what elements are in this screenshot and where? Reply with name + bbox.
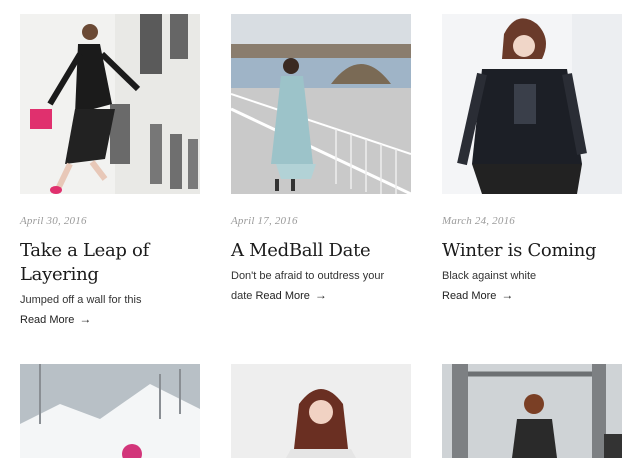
post-excerpt: Don't be afraid to outdress your date Re… bbox=[231, 267, 411, 306]
post-title[interactable]: Winter is Coming bbox=[442, 239, 622, 263]
post-thumbnail-image[interactable] bbox=[231, 14, 411, 194]
post-title-line[interactable]: Layering bbox=[20, 264, 99, 285]
post-card: April 30, 2016 Take a Leap of Layering J… bbox=[20, 14, 200, 330]
arrow-right-icon: → bbox=[501, 288, 514, 302]
post-date: March 24, 2016 bbox=[442, 215, 515, 227]
post-excerpt-text: Jumped off a wall for this bbox=[20, 294, 142, 306]
read-more-label[interactable]: Read More bbox=[20, 314, 74, 326]
post-date: April 17, 2016 bbox=[231, 215, 298, 227]
arrow-right-icon: → bbox=[314, 288, 327, 302]
post-card bbox=[231, 364, 411, 458]
read-more-link[interactable]: Read More → bbox=[442, 286, 622, 306]
post-card bbox=[20, 364, 200, 458]
post-thumbnail-image[interactable] bbox=[442, 364, 622, 458]
read-more-link[interactable]: Read More → bbox=[255, 288, 327, 302]
post-title-line[interactable]: Take a Leap of bbox=[20, 240, 149, 261]
post-excerpt: Black against white Read More → bbox=[442, 267, 622, 306]
arrow-right-icon: → bbox=[79, 312, 92, 326]
post-excerpt-text: date bbox=[231, 290, 253, 302]
post-thumbnail-image[interactable] bbox=[20, 14, 200, 194]
read-more-link[interactable]: Read More → bbox=[20, 310, 200, 330]
post-thumbnail-image[interactable] bbox=[442, 14, 622, 194]
post-card: March 24, 2016 Winter is Coming Black ag… bbox=[442, 14, 622, 306]
post-excerpt-text: Black against white bbox=[442, 270, 537, 282]
post-thumbnail-image[interactable] bbox=[231, 364, 411, 458]
blog-post-grid: April 30, 2016 Take a Leap of Layering J… bbox=[0, 0, 640, 458]
post-title[interactable]: A MedBall Date bbox=[231, 239, 411, 263]
post-excerpt: Jumped off a wall for this Read More → bbox=[20, 291, 200, 330]
post-title[interactable]: Take a Leap of Layering bbox=[20, 239, 200, 287]
post-thumbnail-image[interactable] bbox=[20, 364, 200, 458]
read-more-label[interactable]: Read More bbox=[255, 290, 309, 302]
post-date: April 30, 2016 bbox=[20, 215, 87, 227]
read-more-label[interactable]: Read More bbox=[442, 290, 496, 302]
post-card bbox=[442, 364, 622, 458]
post-card: April 17, 2016 A MedBall Date Don't be a… bbox=[231, 14, 411, 306]
post-excerpt-text: Don't be afraid to outdress your bbox=[231, 270, 385, 282]
